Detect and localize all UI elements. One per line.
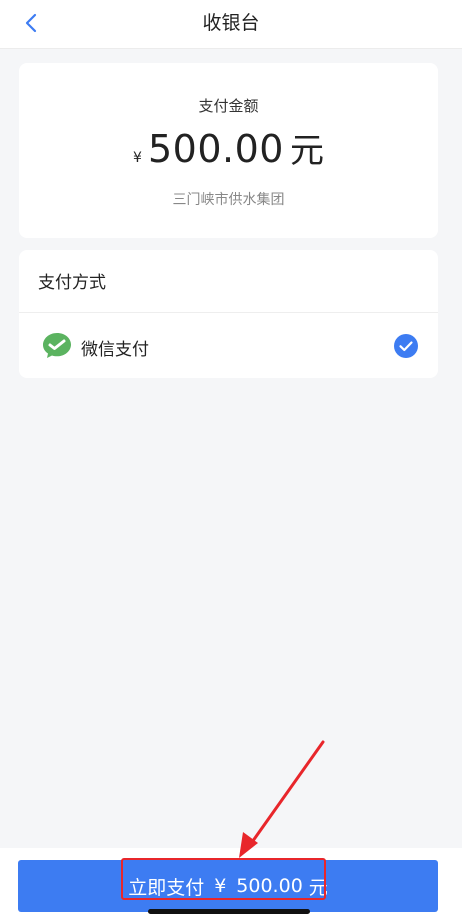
check-circle-icon[interactable]	[394, 334, 418, 358]
payee-name: 三门峡市供水集团	[172, 192, 285, 208]
payment-option-wechat[interactable]: 微信支付	[19, 313, 438, 378]
amount-card: 支付金额 ¥500.00 元 三门峡市供水集团	[19, 63, 438, 238]
amount-unit: 元	[289, 131, 324, 171]
wechat-icon	[43, 333, 71, 358]
amount-display: ¥500.00 元	[19, 123, 438, 172]
annotation-highlight-box	[121, 858, 326, 900]
page-title: 收银台	[202, 12, 260, 34]
navigation-bar: 收银台	[0, 0, 462, 49]
currency-symbol: ¥	[133, 150, 142, 166]
home-indicator	[148, 909, 310, 914]
amount-label: 支付金额	[198, 97, 259, 115]
payment-method-title: 支付方式	[38, 273, 106, 293]
amount-value: 500.00	[147, 127, 284, 171]
wechat-pay-label: 微信支付	[81, 340, 149, 360]
payment-method-card: 支付方式 微信支付	[19, 250, 438, 378]
